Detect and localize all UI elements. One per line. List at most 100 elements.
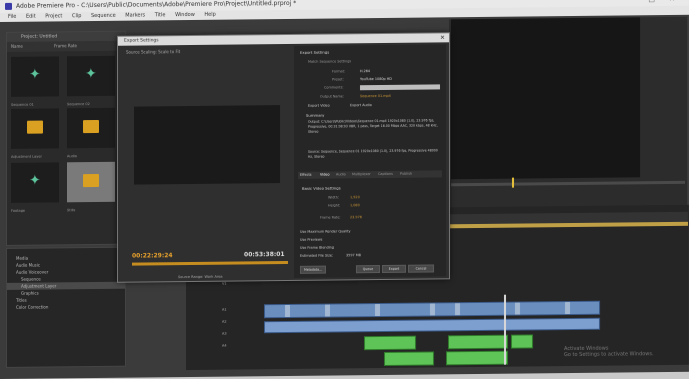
- source-scaling[interactable]: Source Scaling: Scale to Fit: [126, 49, 180, 55]
- window-title: Adobe Premiere Pro - C:\Users\Public\Doc…: [16, 0, 297, 10]
- audio-clip[interactable]: [511, 334, 533, 349]
- video-clip-track[interactable]: [264, 300, 600, 319]
- track-label[interactable]: A4: [222, 344, 227, 348]
- source-range-select[interactable]: Source Range: Work Area: [178, 275, 223, 279]
- menu-markers[interactable]: Markers: [125, 12, 145, 18]
- menu-project[interactable]: Project: [45, 13, 62, 19]
- export-audio-checkbox[interactable]: Export Audio: [350, 103, 372, 107]
- project-item-selected[interactable]: Stills: [67, 161, 115, 212]
- preset-label: Preset:: [332, 77, 344, 82]
- tab-multiplexer[interactable]: Multiplexer: [352, 172, 371, 176]
- comments-label: Comments:: [324, 85, 344, 90]
- settings-tabs: Effects Video Audio Multiplexer Captions…: [298, 170, 442, 179]
- summary-source: Source: Sequence, Sequence 01 1920x1080 …: [308, 148, 438, 159]
- use-previews-checkbox[interactable]: Use Previews: [300, 238, 322, 242]
- preset-select[interactable]: YouTube 1080p HD: [360, 77, 392, 81]
- menu-clip[interactable]: Clip: [72, 13, 81, 19]
- width-label: Width:: [328, 195, 339, 200]
- project-item-label: Stills: [67, 208, 76, 213]
- tab-captions[interactable]: Captions: [378, 172, 393, 176]
- menu-window[interactable]: Window: [175, 12, 195, 18]
- folder-icon: [27, 120, 43, 134]
- tab-effects[interactable]: Effects: [300, 173, 312, 177]
- menu-title[interactable]: Title: [155, 12, 166, 18]
- project-item[interactable]: ✦ Sequence 01: [11, 56, 59, 107]
- audio-clip[interactable]: [446, 350, 508, 366]
- track-label[interactable]: A1: [222, 308, 227, 312]
- export-button[interactable]: Export: [382, 264, 406, 273]
- basic-video-header[interactable]: Basic Video Settings: [302, 185, 341, 190]
- queue-button[interactable]: Queue: [356, 265, 380, 274]
- column-name[interactable]: Name: [11, 44, 23, 49]
- project-item-label: Footage: [11, 208, 26, 213]
- export-preview: [134, 105, 280, 185]
- menu-edit[interactable]: Edit: [26, 14, 36, 20]
- sequence-icon: ✦: [29, 172, 41, 189]
- summary-output: Output: C:\Users\Public\Videos\Sequence …: [308, 118, 438, 134]
- project-item[interactable]: ✦ Sequence 02: [67, 55, 115, 106]
- export-settings-panel: Export Settings Match Sequence Settings …: [294, 44, 446, 278]
- comments-input[interactable]: [360, 84, 440, 91]
- height-label: Height:: [328, 203, 341, 208]
- tab-video[interactable]: Video: [320, 173, 330, 177]
- project-item[interactable]: ✦ Footage: [11, 162, 59, 213]
- metadata-button[interactable]: Metadata...: [300, 265, 326, 274]
- file-size-value: 3597 MB: [346, 253, 361, 258]
- sequence-icon: ✦: [85, 65, 97, 83]
- project-panel-columns: Name Frame Rate: [7, 40, 125, 52]
- match-sequence-checkbox[interactable]: Match Sequence Settings: [308, 59, 351, 63]
- audio-clip[interactable]: [448, 334, 508, 350]
- menu-help[interactable]: Help: [204, 12, 215, 18]
- desktop-screen: Adobe Premiere Pro - C:\Users\Public\Doc…: [0, 0, 689, 379]
- timeline-playhead[interactable]: [504, 294, 506, 365]
- max-render-checkbox[interactable]: Use Maximum Render Quality: [300, 229, 350, 234]
- export-scrub-bar[interactable]: [132, 260, 288, 266]
- audio-clip[interactable]: [364, 335, 416, 351]
- format-select[interactable]: H.264: [360, 69, 370, 73]
- timecode-in[interactable]: 00:22:29:24: [132, 252, 173, 259]
- frame-rate-label: Frame Rate:: [320, 215, 341, 220]
- menu-file[interactable]: File: [8, 14, 16, 20]
- project-item-label: Sequence 01: [11, 102, 34, 107]
- output-name-label: Output Name:: [320, 94, 345, 99]
- program-scrub-bar[interactable]: [451, 180, 685, 187]
- height-value[interactable]: 1,080: [350, 203, 360, 207]
- export-settings-dialog: Export Settings ✕ Source Scaling: Scale …: [117, 32, 450, 283]
- format-label: Format:: [332, 69, 346, 74]
- project-item-label: Sequence 02: [67, 102, 90, 107]
- width-value[interactable]: 1,920: [350, 195, 360, 199]
- project-item-label: Adjustment Layer: [11, 154, 42, 159]
- frame-rate-value[interactable]: 23.976: [350, 215, 362, 219]
- premiere-app-icon: [5, 2, 12, 10]
- close-icon[interactable]: ✕: [440, 33, 445, 42]
- program-video-frame: [451, 17, 640, 180]
- video-clip-track[interactable]: [264, 317, 600, 334]
- folder-icon: [83, 119, 99, 134]
- tab-publish[interactable]: Publish: [400, 172, 412, 176]
- export-settings-header[interactable]: Export Settings: [300, 50, 329, 55]
- project-panel: Project: Untitled Name Frame Rate ✦ Sequ…: [6, 30, 126, 246]
- project-item-label: Audio: [67, 154, 77, 159]
- summary-header[interactable]: Summary: [306, 113, 324, 118]
- track-label[interactable]: A3: [222, 332, 227, 336]
- project-item[interactable]: Audio: [67, 107, 115, 158]
- sequence-icon: ✦: [29, 66, 41, 83]
- bin-item[interactable]: Color Correction: [7, 303, 125, 311]
- program-monitor: [449, 16, 687, 212]
- export-video-checkbox[interactable]: Export Video: [308, 104, 330, 108]
- cancel-button[interactable]: Cancel: [408, 264, 434, 273]
- tab-audio[interactable]: Audio: [336, 172, 346, 176]
- activation-watermark: Activate Windows Go to Settings to activ…: [564, 345, 654, 359]
- file-size-label: Estimated File Size:: [300, 253, 334, 258]
- menu-sequence[interactable]: Sequence: [91, 13, 116, 19]
- frame-blending-checkbox[interactable]: Use Frame Blending: [300, 246, 334, 250]
- track-label[interactable]: V1: [222, 282, 227, 286]
- track-label[interactable]: A2: [222, 320, 227, 324]
- audio-clip[interactable]: [384, 351, 434, 366]
- project-item[interactable]: Adjustment Layer: [11, 108, 59, 159]
- output-name-link[interactable]: Sequence 01.mp4: [360, 94, 391, 98]
- program-playhead[interactable]: [512, 177, 514, 188]
- column-frame-rate[interactable]: Frame Rate: [54, 43, 77, 48]
- timecode-out[interactable]: 00:53:38:01: [244, 251, 285, 258]
- media-bin-panel: Media Audio Music Audio Voiceover Sequen…: [6, 246, 126, 368]
